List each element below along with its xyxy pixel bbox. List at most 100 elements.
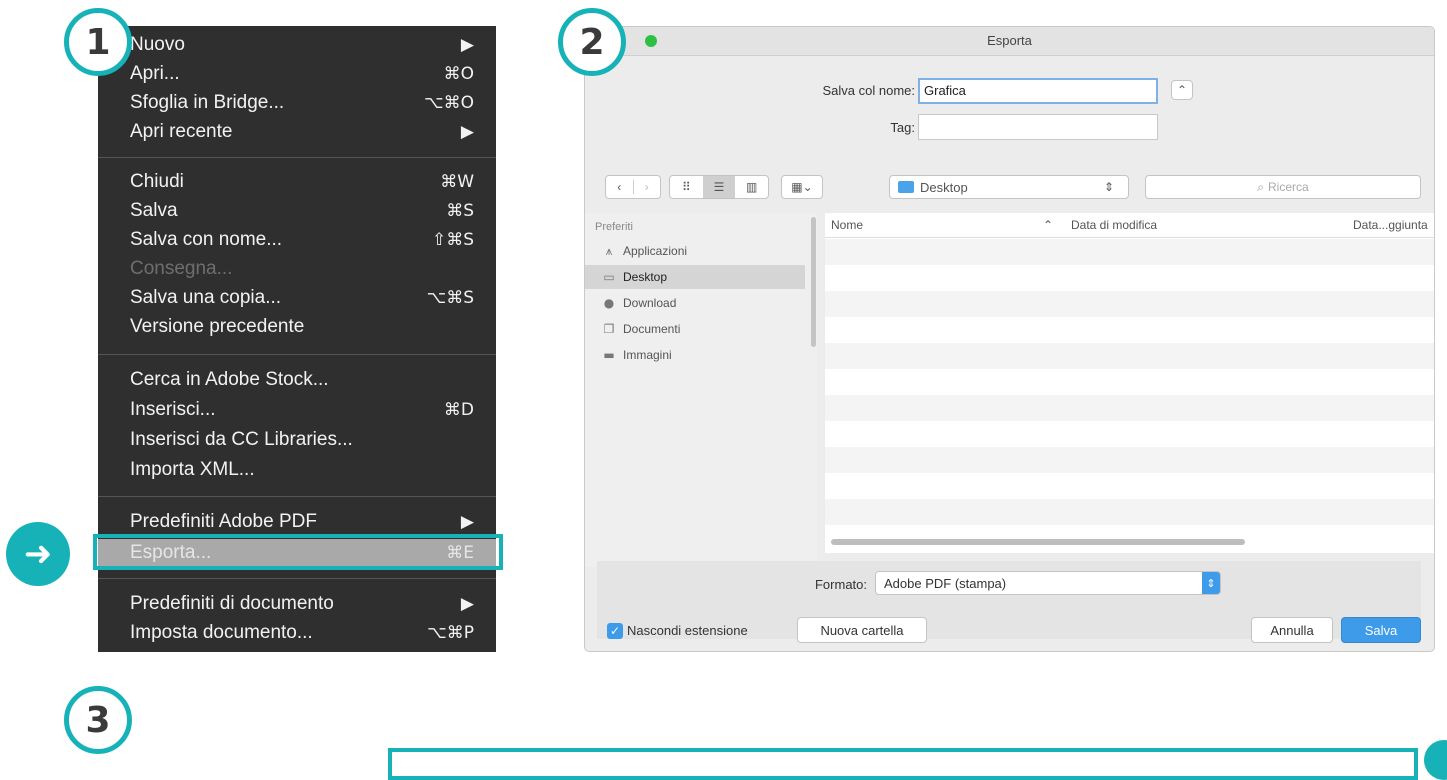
menu-item-versione-precedente[interactable]: Versione precedente bbox=[130, 313, 474, 341]
menu-separator bbox=[98, 157, 496, 158]
table-row bbox=[825, 395, 1434, 421]
menu-item-inserisci-cc-libraries[interactable]: Inserisci da CC Libraries... bbox=[130, 426, 474, 454]
table-row bbox=[825, 343, 1434, 369]
menu-item-predefiniti-documento[interactable]: Predefiniti di documento ▶ bbox=[130, 590, 474, 618]
menu-item-salva-con-nome[interactable]: Salva con nome... ⇧⌘S bbox=[130, 226, 474, 254]
shortcut: ⌥⌘O bbox=[424, 93, 474, 113]
menu-item-predefiniti-adobe-pdf[interactable]: Predefiniti Adobe PDF ▶ bbox=[130, 508, 474, 536]
column-view-icon[interactable]: ▥ bbox=[735, 180, 768, 194]
format-select[interactable]: Adobe PDF (stampa) ⇕ bbox=[875, 571, 1221, 595]
search-icon: ⌕ bbox=[1257, 179, 1265, 194]
chevron-left-icon[interactable]: ‹ bbox=[606, 180, 634, 194]
shortcut: ⌘D bbox=[443, 400, 474, 420]
folder-icon bbox=[898, 181, 914, 193]
dialog-title: Esporta bbox=[987, 33, 1032, 48]
menu-separator bbox=[98, 354, 496, 355]
submenu-arrow-icon: ▶ bbox=[460, 512, 474, 532]
checkmark-icon: ✓ bbox=[609, 624, 621, 638]
new-folder-button[interactable]: Nuova cartella bbox=[797, 617, 927, 643]
shortcut: ⇧⌘S bbox=[431, 230, 474, 250]
location-popup[interactable]: Desktop ⇕ bbox=[889, 175, 1129, 199]
sidebar-item-documenti[interactable]: ❐ Documenti bbox=[585, 317, 805, 341]
menu-item-label: Inserisci... bbox=[130, 399, 216, 420]
sidebar-header: Preferiti bbox=[595, 221, 633, 233]
window-zoom-button[interactable] bbox=[645, 35, 657, 47]
view-mode-segmented[interactable]: ⠿ ☰ ▥ bbox=[669, 175, 769, 199]
menu-item-cerca-adobe-stock[interactable]: Cerca in Adobe Stock... bbox=[130, 366, 474, 394]
hide-extension-label: Nascondi estensione bbox=[627, 623, 748, 638]
submenu-arrow-icon: ▶ bbox=[460, 122, 474, 142]
location-label: Desktop bbox=[920, 179, 968, 195]
search-field[interactable]: ⌕ Ricerca bbox=[1145, 175, 1421, 199]
menu-item-salva[interactable]: Salva ⌘S bbox=[130, 197, 474, 225]
menu-item-sfoglia-bridge[interactable]: Sfoglia in Bridge... ⌥⌘O bbox=[130, 89, 474, 117]
sidebar-item-desktop[interactable]: ▭ Desktop bbox=[585, 265, 805, 289]
menu-item-importa-xml[interactable]: Importa XML... bbox=[130, 456, 474, 484]
step-3-arrow-badge bbox=[1424, 740, 1447, 780]
menu-item-label: Apri... bbox=[130, 63, 180, 84]
table-row bbox=[825, 447, 1434, 473]
sidebar-item-label: Download bbox=[623, 296, 677, 310]
dialog-titlebar: Esporta bbox=[585, 27, 1434, 56]
sidebar-item-immagini[interactable]: ▬ Immagini bbox=[585, 343, 805, 367]
table-row bbox=[825, 291, 1434, 317]
menu-item-label: Sfoglia in Bridge... bbox=[130, 92, 285, 113]
menu-item-label: Cerca in Adobe Stock... bbox=[130, 369, 329, 390]
chevron-right-icon[interactable]: › bbox=[634, 180, 661, 194]
hide-extension-checkbox[interactable]: ✓ bbox=[607, 623, 623, 639]
cancel-button[interactable]: Annulla bbox=[1251, 617, 1333, 643]
tag-label: Tag: bbox=[890, 120, 915, 135]
format-value: Adobe PDF (stampa) bbox=[884, 575, 1007, 591]
save-button[interactable]: Salva bbox=[1341, 617, 1421, 643]
menu-item-nuovo[interactable]: Nuovo ▶ bbox=[130, 31, 474, 59]
group-by-button[interactable]: ▦⌄ bbox=[781, 175, 823, 199]
save-as-field[interactable]: Grafica bbox=[918, 78, 1158, 104]
sidebar-item-label: Documenti bbox=[623, 322, 681, 336]
step-1-badge: 1 bbox=[64, 8, 132, 76]
back-forward-buttons[interactable]: ‹ › bbox=[605, 175, 661, 199]
menu-item-label: Inserisci da CC Libraries... bbox=[130, 429, 353, 450]
menu-item-label: Importa XML... bbox=[130, 459, 255, 480]
step-2-badge: 2 bbox=[558, 8, 626, 76]
menu-item-label: Nuovo bbox=[130, 34, 185, 55]
shortcut: ⌘S bbox=[446, 201, 474, 221]
list-view-icon[interactable]: ☰ bbox=[702, 176, 736, 198]
menu-item-apri[interactable]: Apri... ⌘O bbox=[130, 60, 474, 88]
chevron-up-icon: ⌃ bbox=[1176, 83, 1188, 97]
menu-item-apri-recente[interactable]: Apri recente ▶ bbox=[130, 118, 474, 146]
pictures-icon: ▬ bbox=[603, 348, 615, 362]
menu-item-label: Versione precedente bbox=[130, 316, 305, 337]
menu-item-label: Chiudi bbox=[130, 171, 184, 192]
menu-item-label: Salva con nome... bbox=[130, 229, 283, 250]
submenu-arrow-icon: ▶ bbox=[460, 594, 474, 614]
menu-item-label: Salva bbox=[130, 200, 178, 221]
column-header-added[interactable]: Data...ggiunta bbox=[1353, 213, 1428, 237]
column-header-modified[interactable]: Data di modifica bbox=[1071, 213, 1157, 237]
tag-field[interactable] bbox=[918, 114, 1158, 140]
format-label: Formato: bbox=[814, 577, 867, 592]
menu-item-consegna: Consegna... bbox=[130, 255, 474, 283]
shortcut: ⌘O bbox=[443, 64, 474, 84]
expand-collapse-button[interactable]: ⌃ bbox=[1171, 80, 1193, 100]
menu-item-label: Apri recente bbox=[130, 121, 233, 142]
sidebar-scrollbar[interactable] bbox=[811, 217, 816, 347]
step-3-badge: 3 bbox=[64, 686, 132, 754]
menu-item-label: Salva una copia... bbox=[130, 287, 282, 308]
menu-item-chiudi[interactable]: Chiudi ⌘W bbox=[130, 168, 474, 196]
horizontal-scrollbar[interactable] bbox=[831, 539, 1245, 545]
save-as-label: Salva col nome: bbox=[822, 83, 916, 98]
table-row bbox=[825, 239, 1434, 265]
menu-separator bbox=[98, 578, 496, 579]
icon-view-icon[interactable]: ⠿ bbox=[670, 180, 703, 194]
column-header-name[interactable]: Nome bbox=[831, 213, 863, 237]
sidebar-item-download[interactable]: ● Download bbox=[585, 291, 805, 315]
submenu-arrow-icon: ▶ bbox=[460, 35, 474, 55]
search-placeholder: Ricerca bbox=[1268, 180, 1309, 194]
menu-item-label: Predefiniti Adobe PDF bbox=[130, 511, 317, 532]
menu-item-inserisci[interactable]: Inserisci... ⌘D bbox=[130, 396, 474, 424]
table-row bbox=[825, 421, 1434, 447]
menu-item-salva-copia[interactable]: Salva una copia... ⌥⌘S bbox=[130, 284, 474, 312]
sidebar-item-applicazioni[interactable]: ⩚ Applicazioni bbox=[585, 239, 805, 263]
menu-item-imposta-documento[interactable]: Imposta documento... ⌥⌘P bbox=[130, 619, 474, 647]
step-3-callout-box bbox=[388, 748, 1418, 780]
